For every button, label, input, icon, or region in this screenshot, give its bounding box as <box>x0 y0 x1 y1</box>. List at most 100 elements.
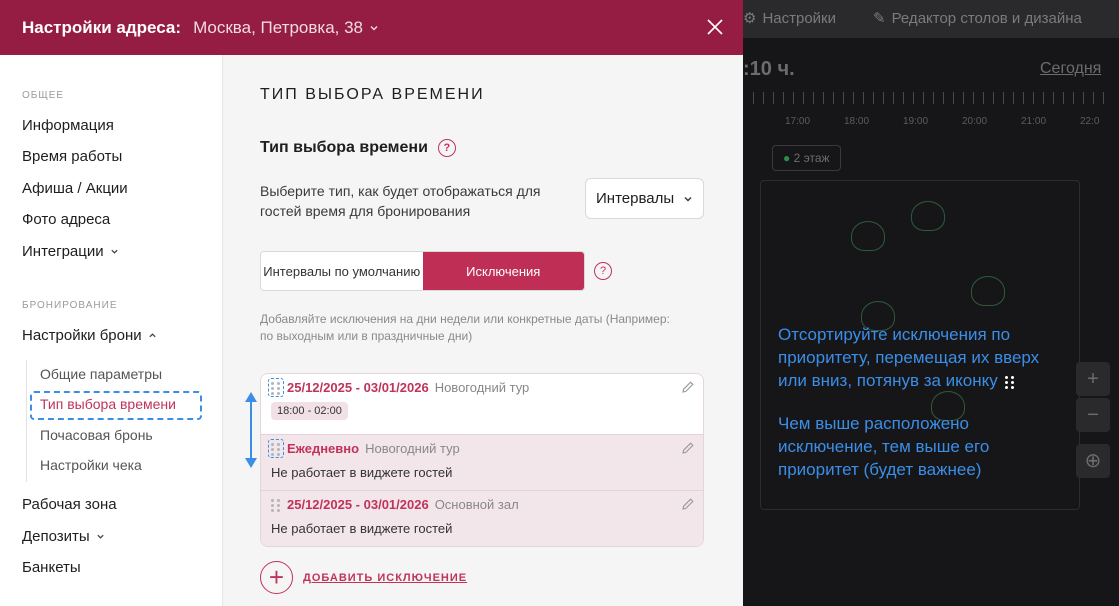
list-item[interactable]: 25/12/2025 - 03/01/2026 Основной зал Не … <box>261 490 703 546</box>
ruler-tick <box>1013 92 1014 104</box>
tooltip-line2: Чем выше расположено исключение, тем выш… <box>778 414 990 479</box>
ruler-label: 20:00 <box>962 116 988 127</box>
ruler-tick <box>1073 92 1074 104</box>
ruler-tick <box>753 92 754 104</box>
sidebar-item-hours[interactable]: Время работы <box>22 148 122 165</box>
ruler-tick <box>993 92 994 104</box>
pencil-icon[interactable] <box>681 380 695 394</box>
gear-icon: ⚙ <box>743 10 757 27</box>
drag-handle-icon[interactable] <box>268 377 284 397</box>
sidebar-subitem-time-type[interactable]: Тип выбора времени <box>40 396 176 412</box>
drag-handle-icon <box>1004 375 1015 389</box>
ruler-tick <box>843 92 844 104</box>
tree-icon <box>971 276 1005 306</box>
ruler-tick <box>863 92 864 104</box>
pencil-icon[interactable] <box>681 441 695 455</box>
hint-text: Добавляйте исключения на дни недели или … <box>260 312 670 343</box>
bg-zoom-out: − <box>1076 398 1110 432</box>
ruler-tick <box>923 92 924 104</box>
ruler-tick <box>903 92 904 104</box>
tab-exceptions[interactable]: Исключения <box>422 252 584 290</box>
sidebar-subitem-hourly[interactable]: Почасовая бронь <box>40 427 153 443</box>
tree-icon <box>851 221 885 251</box>
ruler-tick <box>873 92 874 104</box>
sidebar-item-photos[interactable]: Фото адреса <box>22 211 110 228</box>
sidebar-item-banquets[interactable]: Банкеты <box>22 559 81 576</box>
handle-highlight <box>268 438 284 458</box>
ruler-tick <box>943 92 944 104</box>
add-exception-label: ДОБАВИТЬ ИСКЛЮЧЕНИЕ <box>303 571 468 584</box>
section-subtitle: Тип выбора времени ? <box>260 139 456 157</box>
ruler-tick <box>773 92 774 104</box>
ruler-label: 22:0 <box>1080 116 1100 127</box>
ruler-tick <box>833 92 834 104</box>
bg-chip-floor: ● 2 этаж <box>772 145 841 171</box>
tree-icon <box>911 201 945 231</box>
panel-header: Настройки адреса: Москва, Петровка, 38 <box>0 0 743 55</box>
bg-zoom-in: + <box>1076 362 1110 396</box>
drag-handle-icon[interactable] <box>271 498 281 512</box>
chevron-down-icon <box>684 196 692 201</box>
help-icon[interactable]: ? <box>594 262 612 280</box>
background-topbar: ⚙ Настройки ✎ Редактор столов и дизайна <box>743 0 1119 38</box>
list-item[interactable]: 25/12/2025 - 03/01/2026 Новогодний тур 1… <box>261 374 703 434</box>
content-area: ТИП ВЫБОРА ВРЕМЕНИ Тип выбора времени ? … <box>223 55 743 606</box>
sidebar-item-integrations[interactable]: Интеграции <box>22 243 119 260</box>
sidebar-item-booking-settings[interactable]: Настройки брони <box>22 327 157 344</box>
ruler-tick <box>793 92 794 104</box>
ruler-label: 21:00 <box>1021 116 1047 127</box>
time-type-select[interactable]: Интервалы <box>585 178 704 219</box>
pencil-icon[interactable] <box>681 497 695 511</box>
exception-zone: Новогодний тур <box>434 380 530 395</box>
chevron-down-icon <box>110 249 118 254</box>
drag-handle-icon[interactable] <box>268 438 284 458</box>
ruler-label: 19:00 <box>903 116 929 127</box>
section-booking: БРОНИРОВАНИЕ <box>22 300 118 311</box>
exception-note: Не работает в виджете гостей <box>271 521 453 536</box>
ruler-tick <box>1053 92 1054 104</box>
sidebar-item-promos[interactable]: Афиша / Акции <box>22 180 128 197</box>
exceptions-list: 25/12/2025 - 03/01/2026 Новогодний тур 1… <box>260 373 704 547</box>
time-chip: 18:00 - 02:00 <box>271 402 348 420</box>
page-title: ТИП ВЫБОРА ВРЕМЕНИ <box>260 86 485 103</box>
address-label: Москва, Петровка, 38 <box>193 17 364 37</box>
ruler-tick <box>803 92 804 104</box>
ruler-tick <box>1103 92 1104 104</box>
pencil-icon: ✎ <box>873 10 886 27</box>
reorder-arrow-icon <box>245 392 257 468</box>
sidebar-subitem-check[interactable]: Настройки чека <box>40 457 142 473</box>
settings-sidebar: ОБЩЕЕ Информация Время работы Афиша / Ак… <box>0 55 223 606</box>
bg-settings-item: ⚙ Настройки <box>743 9 837 28</box>
ruler-tick <box>983 92 984 104</box>
add-exception-button[interactable]: + ДОБАВИТЬ ИСКЛЮЧЕНИЕ <box>260 561 467 594</box>
bg-timeline-ruler: 17:00 18:00 19:00 20:00 21:00 22:0 <box>743 88 1119 128</box>
ruler-tick <box>1023 92 1024 104</box>
sidebar-subitem-general[interactable]: Общие параметры <box>40 366 162 382</box>
help-icon[interactable]: ? <box>437 139 456 157</box>
plus-icon: + <box>260 561 293 594</box>
exception-zone: Основной зал <box>434 497 519 512</box>
ruler-tick <box>1093 92 1094 104</box>
sidebar-item-deposits[interactable]: Депозиты <box>22 528 105 545</box>
bg-editor-item: ✎ Редактор столов и дизайна <box>873 9 1082 28</box>
sidebar-item-info[interactable]: Информация <box>22 117 114 134</box>
sidebar-item-workzone[interactable]: Рабочая зона <box>22 496 117 513</box>
exception-date: Ежедневно <box>287 441 360 456</box>
handle-highlight <box>268 377 284 397</box>
ruler-tick <box>823 92 824 104</box>
address-selector[interactable]: Москва, Петровка, 38 <box>193 18 379 38</box>
exception-date: 25/12/2025 - 03/01/2026 <box>287 497 429 512</box>
section-general: ОБЩЕЕ <box>22 90 65 101</box>
ruler-tick <box>1033 92 1034 104</box>
list-item[interactable]: Ежедневно Новогодний тур Не работает в в… <box>261 434 703 490</box>
exception-date: 25/12/2025 - 03/01/2026 <box>287 380 429 395</box>
chevron-up-icon <box>149 333 156 338</box>
description-text: Выберите тип, как будет отображаться для… <box>260 183 541 219</box>
ruler-tick <box>1003 92 1004 104</box>
tab-default-intervals[interactable]: Интервалы по умолчанию <box>261 252 423 290</box>
close-icon[interactable] <box>705 17 725 37</box>
bg-locate: ⊕ <box>1076 444 1110 478</box>
chevron-down-icon <box>97 534 104 539</box>
ruler-tick <box>913 92 914 104</box>
ruler-tick <box>953 92 954 104</box>
